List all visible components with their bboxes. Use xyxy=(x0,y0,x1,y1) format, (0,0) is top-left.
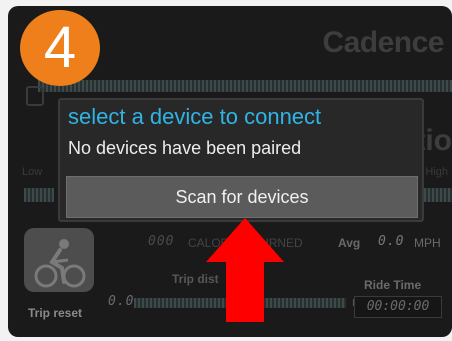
ride-time-label: Ride Time xyxy=(364,278,422,292)
dialog-message: No devices have been paired xyxy=(68,138,302,158)
device-dialog: select a device to connect No devices ha… xyxy=(58,98,424,222)
trip-distance-value: 0.0 xyxy=(108,294,135,309)
avg-label: Avg xyxy=(338,236,361,250)
low-label: Low xyxy=(22,166,43,178)
dialog-title: select a device to connect xyxy=(68,104,322,129)
cadence-title: Cadence xyxy=(322,26,444,59)
up-arrow-icon xyxy=(206,218,284,322)
app-screen: Cadence tio Low High Trip reset 000 CALO… xyxy=(8,6,452,337)
trip-reset-button[interactable] xyxy=(24,228,94,292)
trip-reset-label: Trip reset xyxy=(28,306,83,320)
high-label: High xyxy=(425,166,448,178)
cadence-bar xyxy=(38,80,452,92)
scan-for-devices-button[interactable]: Scan for devices xyxy=(66,176,418,218)
avg-unit: MPH xyxy=(414,236,441,250)
ride-time-value: 00:00:00 xyxy=(354,296,442,318)
calories-value: 000 xyxy=(148,234,175,249)
step-badge: 4 xyxy=(20,10,100,86)
cadence-indicator xyxy=(26,86,44,106)
bicycle-icon xyxy=(34,239,86,288)
avg-value: 0.0 xyxy=(378,234,405,249)
effort-bar xyxy=(24,188,54,202)
